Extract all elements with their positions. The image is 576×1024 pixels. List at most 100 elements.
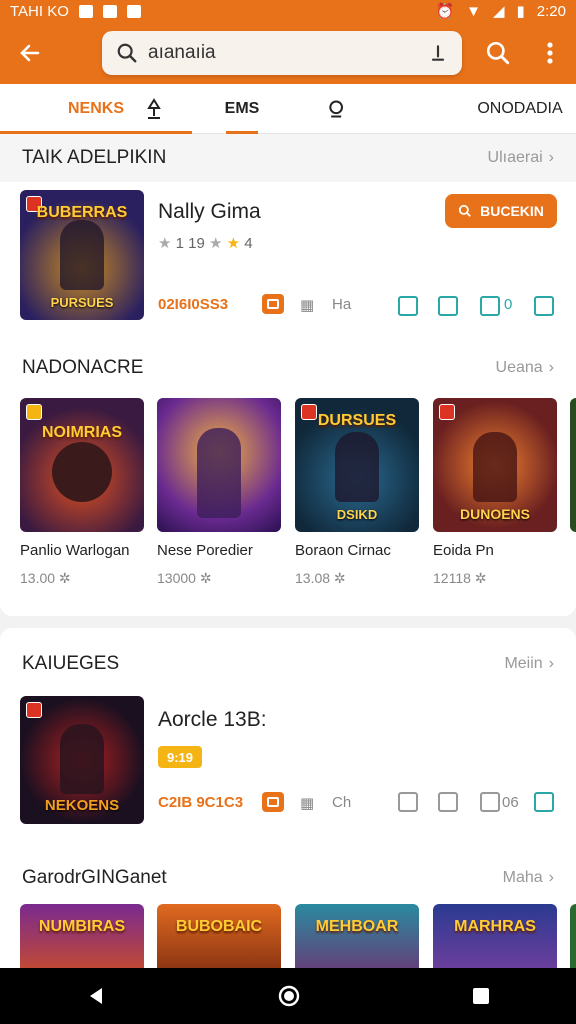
tab-pin[interactable] — [142, 84, 166, 134]
more-link[interactable]: Ulıaerai › — [488, 149, 554, 167]
feature-icon[interactable] — [398, 296, 418, 316]
section-header: TAIK ADELPIKIN Ulıaerai › — [0, 134, 576, 182]
cover-caption: NEKOENS — [44, 797, 120, 814]
cover-title: BUBOBAIC — [175, 918, 263, 935]
chevron-right-icon: › — [548, 359, 554, 376]
tab-onodadia[interactable]: ONODADIA — [470, 84, 570, 134]
extra-text: 0 — [504, 296, 513, 313]
gamepad-icon: ▦ — [300, 795, 315, 812]
more-label: Ulıaerai — [487, 149, 543, 166]
tab-label: EMS — [224, 99, 260, 117]
game-title[interactable]: Nally Gima — [158, 200, 261, 224]
alarm-icon: ⏰ — [435, 3, 455, 20]
star-icon: ★ — [209, 235, 223, 252]
search-icon — [458, 204, 471, 217]
grid-icon[interactable] — [480, 792, 500, 812]
tab-label: NENKS — [67, 99, 124, 117]
featured-card[interactable]: KAIUEGES Meiin › NEKOENS Aorcle 13B: 9:19… — [0, 628, 576, 854]
install-button[interactable]: BUCEKIN — [445, 194, 557, 228]
score-badge: 9:19 — [158, 746, 202, 768]
more-vert-icon — [547, 42, 553, 64]
section-header: KAIUEGES Meiin › — [0, 640, 576, 688]
featured-card[interactable]: BUBERRAS PURSUES Nally Gima ★ 1 19 ★ ★ 4… — [0, 182, 576, 344]
battery-icon: ▮ — [516, 3, 525, 20]
tab-search[interactable] — [324, 84, 350, 134]
tab-label: ONODADIA — [477, 99, 563, 117]
download-count: 02I6I0SS3 — [158, 296, 229, 313]
extra-text: 06 — [502, 794, 519, 811]
app-notification-icon — [126, 4, 141, 18]
shield-figure — [52, 442, 112, 502]
grid-icon[interactable] — [480, 296, 500, 316]
cover-caption: PURSUES — [50, 295, 114, 310]
feature-icon[interactable] — [398, 792, 418, 812]
mail-icon — [102, 4, 117, 18]
star-icon: ★ — [158, 235, 172, 252]
hero-figure — [335, 432, 379, 502]
game-title[interactable]: Aorcle 13B: — [158, 708, 267, 732]
section-header: GarodrGINGanet Maha › — [0, 854, 576, 902]
search-icon — [329, 100, 343, 117]
back-button[interactable] — [0, 22, 60, 84]
tab-ems[interactable]: EMS — [212, 84, 272, 134]
hero-figure — [197, 428, 241, 518]
game-cover[interactable]: NOIMRIAS — [20, 398, 144, 532]
game-meta: 13000 ✲ — [157, 570, 212, 586]
cover-title: NUMBIRAS — [38, 918, 126, 935]
recents-nav-icon[interactable] — [472, 987, 490, 1005]
game-cover[interactable]: BUBERRAS PURSUES — [20, 190, 144, 320]
wifi-icon: ▼ — [466, 2, 481, 20]
more-link[interactable]: Ueana › — [496, 359, 554, 377]
game-name[interactable]: Boraon Cirnac — [295, 542, 391, 559]
badge-icon — [439, 404, 455, 420]
more-link[interactable]: Meiin › — [504, 655, 554, 673]
microphone-icon[interactable] — [428, 43, 448, 63]
feature-icon[interactable] — [438, 296, 458, 316]
notification-icon — [78, 4, 93, 18]
search-box[interactable] — [102, 31, 462, 75]
game-name[interactable]: Eoida Pn — [433, 542, 494, 559]
badge-icon — [26, 702, 42, 718]
section-title: KAIUEGES — [22, 653, 120, 674]
rating: ★ 1 19 ★ ★ 4 — [158, 234, 253, 252]
rating-value: 1 19 — [175, 235, 205, 252]
cover-title: NOIMRIAS — [42, 424, 122, 441]
download-icon[interactable] — [534, 792, 554, 812]
cover-caption: DSIKD — [336, 507, 378, 522]
badge-icon — [26, 404, 42, 420]
search-button[interactable] — [472, 22, 524, 84]
cover-title: DURSUES — [317, 412, 397, 429]
carousel-card: NADONACRE Ueana › NOIMRIAS Panlio Warloga… — [0, 344, 576, 616]
carousel-card: GarodrGINGanet Maha › NUMBIRAS BUBOBAIC M… — [0, 854, 576, 984]
extra-text: Ha — [332, 296, 352, 313]
back-nav-icon[interactable] — [86, 986, 106, 1006]
game-cover[interactable] — [157, 398, 281, 532]
extra-text: Ch — [332, 794, 352, 811]
download-icon[interactable] — [534, 296, 554, 316]
more-link[interactable]: Maha › — [503, 869, 554, 887]
cover-caption: DUNOENS — [459, 506, 530, 522]
search-input[interactable] — [148, 42, 428, 64]
section-header: NADONACRE Ueana › — [0, 344, 576, 392]
status-bar: TAHI KO ⏰ ▼ ◢ ▮ 2:20 — [0, 0, 576, 22]
game-cover[interactable]: DURSUES DSIKD — [295, 398, 419, 532]
gamepad-icon: ▦ — [300, 297, 315, 314]
game-cover[interactable]: DUNOENS — [433, 398, 557, 532]
clock-text: 2:20 — [536, 2, 566, 20]
star-icon: ★ — [226, 235, 241, 252]
game-cover[interactable]: NEKOENS — [20, 696, 144, 824]
game-name[interactable]: Nese Poredier — [157, 542, 253, 559]
hero-figure — [60, 220, 104, 290]
game-cover-partial[interactable] — [570, 398, 576, 532]
button-label: BUCEKIN — [480, 203, 544, 219]
hero-figure — [473, 432, 517, 502]
home-nav-icon[interactable] — [277, 984, 301, 1008]
more-options-button[interactable] — [524, 22, 576, 84]
more-label: Ueana — [495, 359, 543, 376]
download-count: C2IB 9C1C3 — [158, 794, 244, 811]
tab-bar: NENKS EMS ONODADIA — [0, 84, 576, 134]
pin-icon — [147, 97, 161, 119]
carrier-text: TAHI KO — [10, 2, 69, 20]
game-name[interactable]: Panlio Warlogan — [20, 542, 130, 559]
feature-icon[interactable] — [438, 792, 458, 812]
